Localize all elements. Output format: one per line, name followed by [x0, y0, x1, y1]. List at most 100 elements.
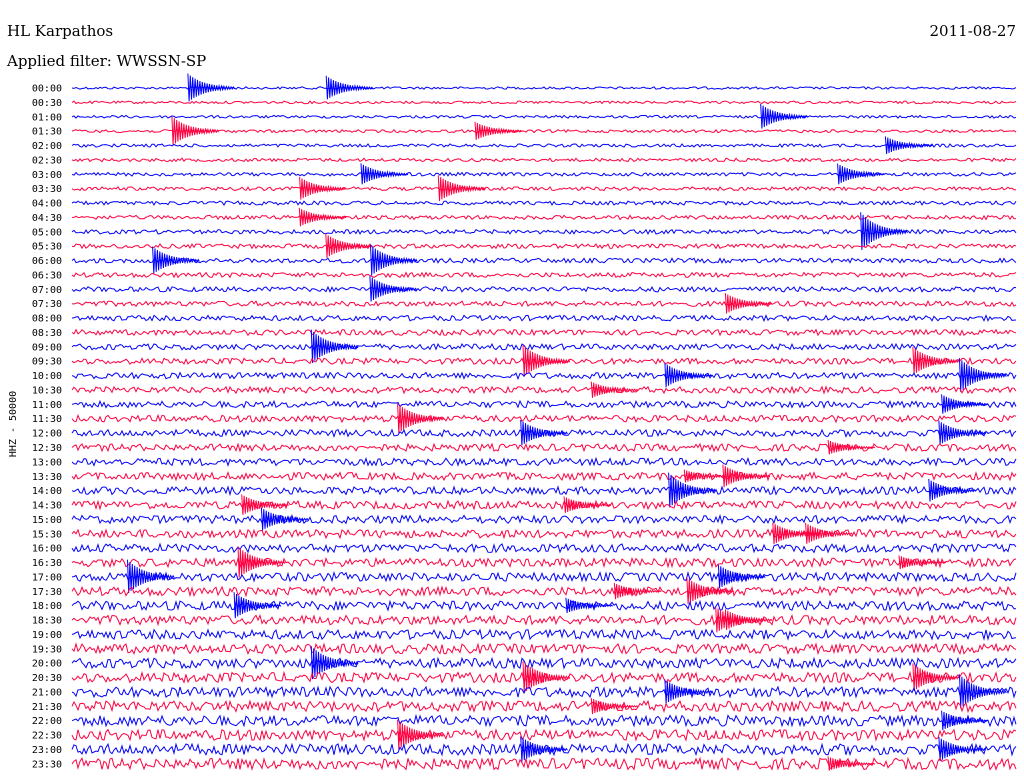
channel-label: HHZ - 50000 — [8, 391, 19, 457]
event-burst — [437, 175, 486, 202]
trace-line — [71, 685, 1017, 699]
time-label: 00:00 — [32, 84, 62, 95]
trace-line — [71, 699, 1017, 714]
trace-line — [71, 570, 1017, 583]
filter-label: Applied filter: WWSSN-SP — [6, 52, 206, 70]
time-label: 19:00 — [32, 630, 62, 641]
trace-line — [71, 257, 1017, 264]
time-label: 07:30 — [32, 299, 62, 310]
time-label: 11:30 — [32, 414, 62, 425]
event-burst — [474, 121, 523, 140]
time-label: 03:30 — [32, 184, 62, 195]
event-burst — [171, 116, 220, 146]
trace-line — [72, 214, 1017, 221]
time-label: 10:00 — [32, 371, 62, 382]
time-label: 06:00 — [32, 256, 62, 267]
event-burst — [837, 163, 885, 185]
event-burst — [237, 546, 286, 578]
event-burst — [565, 597, 614, 614]
time-label: 12:00 — [32, 429, 62, 440]
event-burst — [369, 276, 418, 302]
trace-line — [71, 628, 1017, 641]
trace-line — [71, 342, 1017, 351]
time-label: 21:00 — [32, 688, 62, 699]
trace-line — [71, 556, 1017, 569]
event-burst — [325, 233, 373, 258]
trace-line — [71, 413, 1017, 424]
trace-line — [71, 656, 1017, 670]
trace-line — [71, 456, 1017, 467]
event-burst — [522, 344, 571, 377]
time-label: 16:30 — [32, 558, 62, 569]
time-label: 22:00 — [32, 716, 62, 727]
record-date: 2011-08-27 — [930, 22, 1016, 40]
event-burst — [724, 293, 773, 314]
time-label: 06:30 — [32, 270, 62, 281]
time-label: 10:30 — [32, 386, 62, 397]
trace-line — [71, 114, 1017, 119]
trace-line — [71, 728, 1017, 743]
time-label: 18:00 — [32, 601, 62, 612]
event-burst — [928, 478, 976, 502]
trace-line — [71, 585, 1017, 598]
time-label: 09:30 — [32, 357, 62, 368]
trace-line — [71, 485, 1017, 497]
trace-line — [71, 542, 1017, 554]
seismogram-plot: 00:00 00:30 01:00 01:30 02:00 02:30 03:00 03:30… — [6, 22, 1017, 772]
event-burst — [805, 522, 853, 544]
trace-line — [71, 143, 1017, 148]
trace-line — [71, 285, 1017, 293]
time-label: 13:30 — [32, 472, 62, 483]
trace-line — [71, 243, 1017, 250]
time-label: 05:30 — [32, 242, 62, 253]
time-label: 00:30 — [32, 98, 62, 109]
trace-line — [71, 157, 1017, 163]
time-label: 05:00 — [32, 227, 62, 238]
time-label: 02:30 — [32, 155, 62, 166]
event-burst — [827, 440, 876, 455]
time-label: 11:00 — [32, 400, 62, 411]
trace-line — [71, 642, 1017, 656]
event-burst — [724, 609, 773, 631]
trace-line — [71, 200, 1017, 206]
time-label: 01:30 — [32, 127, 62, 138]
trace-line — [71, 185, 1017, 192]
event-burst — [260, 507, 309, 531]
time-label: 19:30 — [32, 644, 62, 655]
event-burst — [664, 363, 713, 388]
trace-line — [71, 499, 1017, 511]
time-label: 16:00 — [32, 544, 62, 555]
station-name: HL Karpathos — [7, 22, 113, 40]
time-label: 12:30 — [32, 443, 62, 454]
time-label: 15:30 — [32, 529, 62, 540]
event-burst — [898, 555, 947, 570]
event-burst — [233, 592, 282, 619]
time-label: 23:00 — [32, 745, 62, 756]
event-burst — [590, 381, 639, 398]
time-label: 18:30 — [32, 616, 62, 627]
time-label: 08:30 — [32, 328, 62, 339]
event-burst — [310, 329, 359, 363]
event-burst — [827, 756, 876, 771]
time-label: 04:30 — [32, 213, 62, 224]
time-label: 04:00 — [32, 199, 62, 210]
time-label: 17:00 — [32, 572, 62, 583]
time-label: 09:00 — [32, 342, 62, 353]
trace-line — [71, 470, 1017, 482]
trace-line — [71, 599, 1016, 612]
time-label: 03:00 — [32, 170, 62, 181]
event-burst — [360, 163, 409, 185]
time-label: 22:30 — [32, 731, 62, 742]
time-label: 07:00 — [32, 285, 62, 296]
time-label: 23:30 — [32, 759, 62, 770]
event-burst — [590, 697, 639, 715]
time-label: 08:00 — [32, 314, 62, 325]
time-label: 13:00 — [32, 457, 62, 468]
trace-lines — [71, 73, 1017, 772]
trace-line — [71, 613, 1017, 627]
trace-line — [71, 299, 1017, 308]
event-burst — [299, 176, 347, 200]
trace-line — [71, 271, 1017, 279]
event-burst — [912, 663, 961, 691]
trace-line — [71, 399, 1017, 409]
